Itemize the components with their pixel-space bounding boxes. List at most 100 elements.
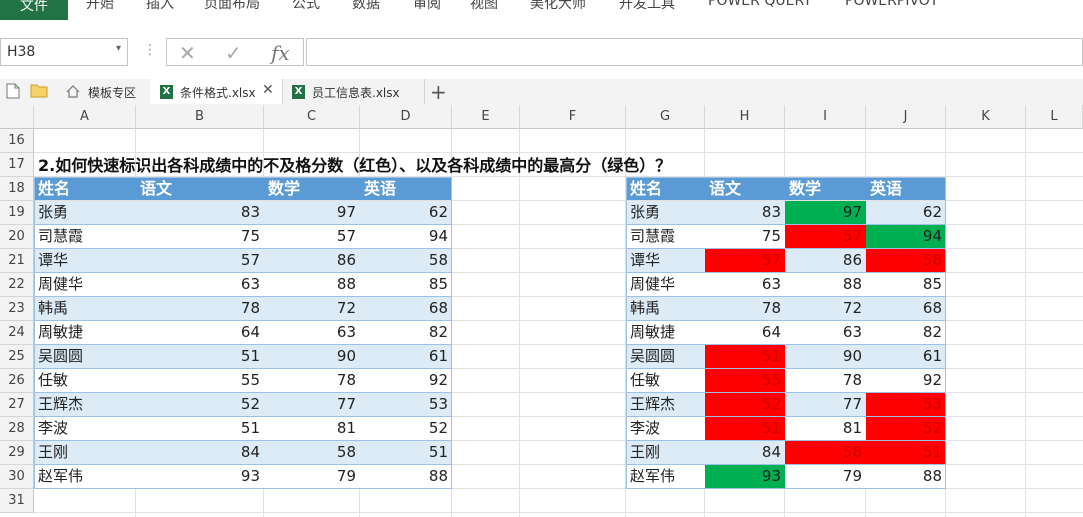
left-table-score-cell[interactable]: 83 xyxy=(136,201,264,224)
left-table-score-cell[interactable]: 93 xyxy=(136,465,264,488)
left-table-score-cell[interactable]: 61 xyxy=(360,345,452,368)
left-table-header-cell[interactable]: 语文 xyxy=(136,177,264,200)
add-tab-icon[interactable]: + xyxy=(430,80,447,104)
right-table-name-cell[interactable]: 张勇 xyxy=(626,201,705,224)
left-table-score-cell[interactable]: 97 xyxy=(264,201,360,224)
row-header-17[interactable]: 17 xyxy=(0,153,34,177)
tab-conditional-format[interactable]: X 条件格式.xlsx ✕ xyxy=(150,79,283,104)
right-table-score-cell[interactable]: 88 xyxy=(785,273,866,296)
right-table-score-cell[interactable]: 75 xyxy=(705,225,785,248)
right-table-name-cell[interactable]: 赵军伟 xyxy=(626,465,705,488)
more-options-icon[interactable]: ⋮ xyxy=(143,42,157,58)
right-table-score-cell[interactable]: 51 xyxy=(866,441,946,464)
right-table-score-cell[interactable]: 63 xyxy=(705,273,785,296)
tab-employee-info[interactable]: X 员工信息表.xlsx xyxy=(282,79,425,104)
right-table-score-cell[interactable]: 86 xyxy=(785,249,866,272)
right-table-score-cell[interactable]: 92 xyxy=(866,369,946,392)
left-table-score-cell[interactable]: 58 xyxy=(360,249,452,272)
right-table-score-cell[interactable]: 58 xyxy=(785,441,866,464)
left-table-score-cell[interactable]: 51 xyxy=(360,441,452,464)
left-table-score-cell[interactable]: 62 xyxy=(360,201,452,224)
left-table-score-cell[interactable]: 55 xyxy=(136,369,264,392)
right-table-score-cell[interactable]: 57 xyxy=(705,249,785,272)
left-table-score-cell[interactable]: 86 xyxy=(264,249,360,272)
left-table-name-cell[interactable]: 任敏 xyxy=(34,369,136,392)
right-table-name-cell[interactable]: 王辉杰 xyxy=(626,393,705,416)
ribbon-tab-1[interactable]: 开始 xyxy=(86,0,114,15)
left-table-score-cell[interactable]: 72 xyxy=(264,297,360,320)
left-table-header-cell[interactable]: 姓名 xyxy=(34,177,136,200)
column-header-I[interactable]: I xyxy=(785,105,866,129)
right-table-score-cell[interactable]: 81 xyxy=(785,417,866,440)
column-header-B[interactable]: B xyxy=(136,105,264,129)
right-table-score-cell[interactable]: 55 xyxy=(705,369,785,392)
left-table-score-cell[interactable]: 58 xyxy=(264,441,360,464)
left-table-score-cell[interactable]: 52 xyxy=(360,417,452,440)
left-table-score-cell[interactable]: 90 xyxy=(264,345,360,368)
left-table-score-cell[interactable]: 78 xyxy=(264,369,360,392)
right-table-score-cell[interactable]: 58 xyxy=(866,249,946,272)
right-table-score-cell[interactable]: 93 xyxy=(705,465,785,488)
left-table-score-cell[interactable]: 64 xyxy=(136,321,264,344)
right-table-score-cell[interactable]: 62 xyxy=(866,201,946,224)
row-header-25[interactable]: 25 xyxy=(0,345,34,369)
right-table-score-cell[interactable]: 78 xyxy=(705,297,785,320)
left-table-name-cell[interactable]: 周健华 xyxy=(34,273,136,296)
right-table-score-cell[interactable]: 51 xyxy=(705,417,785,440)
right-table-score-cell[interactable]: 84 xyxy=(705,441,785,464)
left-table-score-cell[interactable]: 63 xyxy=(136,273,264,296)
right-table-score-cell[interactable]: 68 xyxy=(866,297,946,320)
row-header-31[interactable]: 31 xyxy=(0,489,34,513)
left-table-name-cell[interactable]: 谭华 xyxy=(34,249,136,272)
row-header-23[interactable]: 23 xyxy=(0,297,34,321)
row-header-19[interactable]: 19 xyxy=(0,201,34,225)
name-box[interactable]: H38 ▾ xyxy=(0,38,128,66)
right-table-score-cell[interactable]: 79 xyxy=(785,465,866,488)
row-header-26[interactable]: 26 xyxy=(0,369,34,393)
left-table-score-cell[interactable]: 94 xyxy=(360,225,452,248)
ribbon-tab-11[interactable]: POWERPIVOT xyxy=(845,0,938,15)
left-table-header-cell[interactable]: 数学 xyxy=(264,177,360,200)
row-header-21[interactable]: 21 xyxy=(0,249,34,273)
left-table-score-cell[interactable]: 81 xyxy=(264,417,360,440)
right-table-score-cell[interactable]: 85 xyxy=(866,273,946,296)
right-table-score-cell[interactable]: 82 xyxy=(866,321,946,344)
right-table-header-cell[interactable]: 语文 xyxy=(705,177,785,200)
column-header-L[interactable]: L xyxy=(1026,105,1083,129)
left-table-score-cell[interactable]: 79 xyxy=(264,465,360,488)
left-table-score-cell[interactable]: 82 xyxy=(360,321,452,344)
column-header-K[interactable]: K xyxy=(946,105,1026,129)
ribbon-tab-0[interactable]: 文件 xyxy=(0,0,68,20)
chevron-down-icon[interactable]: ▾ xyxy=(116,43,121,54)
row-header-20[interactable]: 20 xyxy=(0,225,34,249)
left-table-name-cell[interactable]: 周敏捷 xyxy=(34,321,136,344)
right-table-header-cell[interactable]: 姓名 xyxy=(626,177,705,200)
left-table-name-cell[interactable]: 张勇 xyxy=(34,201,136,224)
left-table-name-cell[interactable]: 吴圆圆 xyxy=(34,345,136,368)
right-table-name-cell[interactable]: 周健华 xyxy=(626,273,705,296)
right-table-score-cell[interactable]: 83 xyxy=(705,201,785,224)
right-table-score-cell[interactable]: 88 xyxy=(866,465,946,488)
folder-icon[interactable] xyxy=(30,83,48,98)
left-table-score-cell[interactable]: 85 xyxy=(360,273,452,296)
right-table-score-cell[interactable]: 78 xyxy=(785,369,866,392)
left-table-score-cell[interactable]: 63 xyxy=(264,321,360,344)
row-header-28[interactable]: 28 xyxy=(0,417,34,441)
ribbon-tab-3[interactable]: 页面布局 xyxy=(204,0,260,15)
right-table-name-cell[interactable]: 王刚 xyxy=(626,441,705,464)
column-header-D[interactable]: D xyxy=(360,105,452,129)
right-table-score-cell[interactable]: 94 xyxy=(866,225,946,248)
ribbon-tab-10[interactable]: POWER QUERY xyxy=(708,0,812,15)
row-header-22[interactable]: 22 xyxy=(0,273,34,297)
close-icon[interactable]: ✕ xyxy=(262,82,274,98)
left-table-name-cell[interactable]: 司慧霞 xyxy=(34,225,136,248)
right-table-header-cell[interactable]: 英语 xyxy=(866,177,946,200)
left-table-score-cell[interactable]: 88 xyxy=(360,465,452,488)
row-header-18[interactable]: 18 xyxy=(0,177,34,201)
right-table-name-cell[interactable]: 任敏 xyxy=(626,369,705,392)
right-table-score-cell[interactable]: 64 xyxy=(705,321,785,344)
column-header-A[interactable]: A xyxy=(34,105,136,129)
left-table-score-cell[interactable]: 53 xyxy=(360,393,452,416)
left-table-score-cell[interactable]: 78 xyxy=(136,297,264,320)
right-table-name-cell[interactable]: 谭华 xyxy=(626,249,705,272)
